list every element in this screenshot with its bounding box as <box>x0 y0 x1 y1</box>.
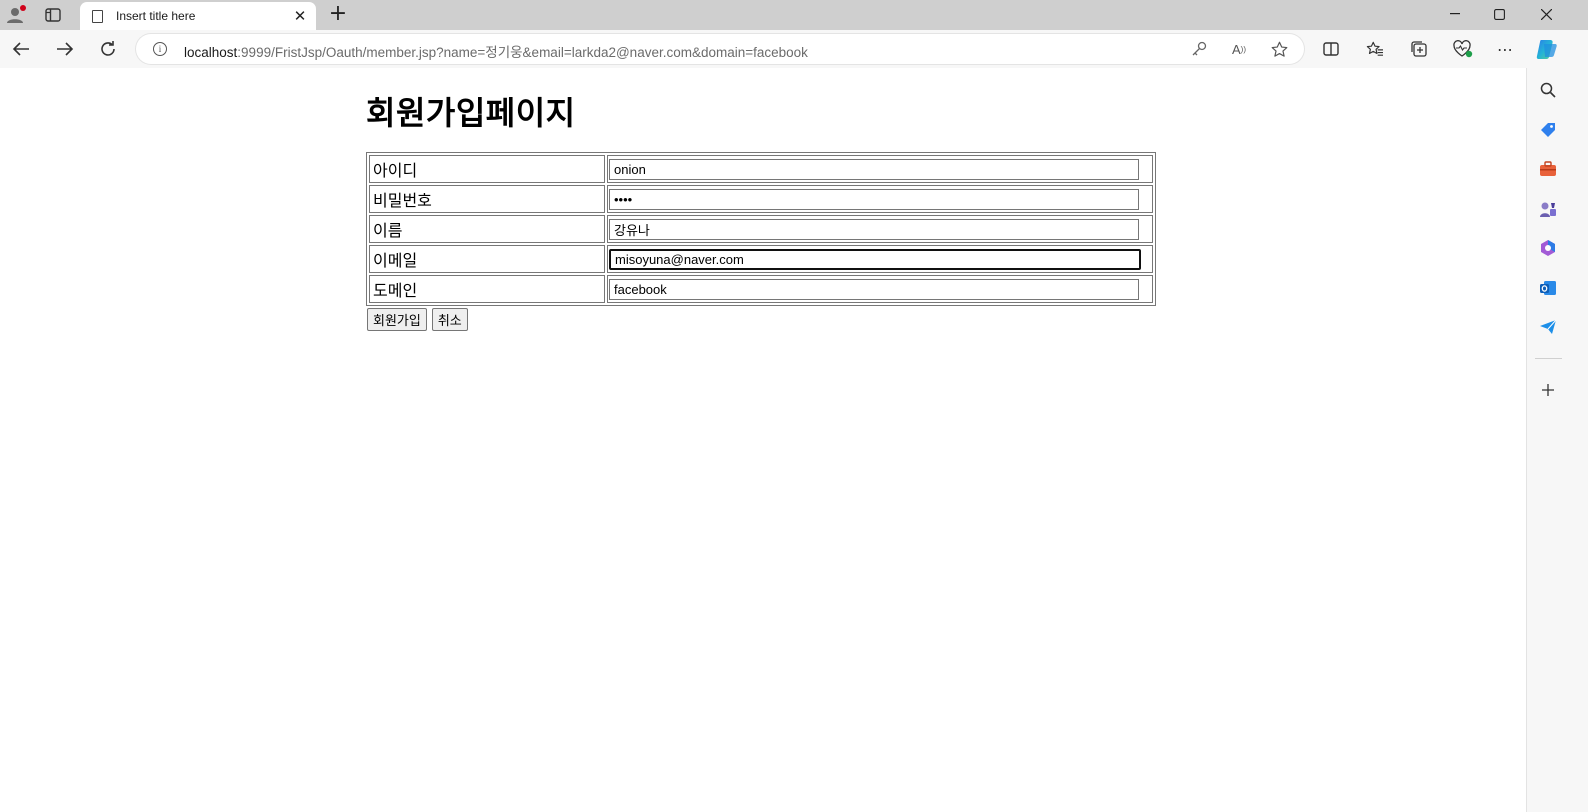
signup-button[interactable]: 회원가입 <box>367 308 427 331</box>
active-tab[interactable]: Insert title here ✕ <box>80 2 316 30</box>
tab-actions-icon[interactable] <box>40 3 66 27</box>
sidebar-divider <box>1535 358 1562 359</box>
read-aloud-icon[interactable]: A)) <box>1228 38 1250 60</box>
cancel-button[interactable]: 취소 <box>431 308 468 331</box>
notification-dot-icon <box>20 5 26 11</box>
email-input[interactable] <box>609 248 1141 270</box>
table-row: 비밀번호 <box>369 185 1153 213</box>
games-icon[interactable] <box>1537 198 1559 220</box>
password-label: 비밀번호 <box>369 185 605 213</box>
table-row: 도메인 <box>369 275 1153 303</box>
url-path: :9999/FristJsp/Oauth/member.jsp?name=정기웅… <box>237 45 808 60</box>
site-info-icon[interactable]: i <box>153 42 167 56</box>
favorite-star-icon[interactable] <box>1268 38 1290 60</box>
favorites-icon[interactable] <box>1360 34 1390 64</box>
signup-form-table: 아이디 비밀번호 이름 이메일 도메인 <box>366 152 1156 306</box>
domain-input[interactable] <box>609 278 1139 300</box>
edge-sidebar <box>1526 68 1588 812</box>
close-tab-icon[interactable]: ✕ <box>290 7 310 25</box>
table-row: 이메일 <box>369 245 1153 273</box>
key-icon[interactable] <box>1188 38 1210 60</box>
new-tab-icon[interactable]: + <box>326 1 350 26</box>
form-buttons: 회원가입 취소 <box>367 308 468 331</box>
office-icon[interactable] <box>1537 237 1559 259</box>
email-label: 이메일 <box>369 245 605 273</box>
tag-icon[interactable] <box>1537 119 1559 141</box>
tab-title: Insert title here <box>116 9 196 23</box>
url-text[interactable]: localhost:9999/FristJsp/Oauth/member.jsp… <box>184 41 808 61</box>
settings-more-icon[interactable]: ⋯ <box>1490 34 1520 64</box>
id-label: 아이디 <box>369 155 605 183</box>
url-host: localhost <box>184 45 238 60</box>
domain-label: 도메인 <box>369 275 605 303</box>
browser-essentials-icon[interactable] <box>1448 34 1478 64</box>
name-input[interactable] <box>609 218 1139 240</box>
address-bar[interactable]: i localhost:9999/FristJsp/Oauth/member.j… <box>136 34 1304 64</box>
document-icon <box>92 9 103 23</box>
split-screen-icon[interactable] <box>1316 34 1346 64</box>
table-row: 이름 <box>369 215 1153 243</box>
browser-toolbar: i localhost:9999/FristJsp/Oauth/member.j… <box>0 30 1588 68</box>
name-label: 이름 <box>369 215 605 243</box>
maximize-icon[interactable] <box>1477 0 1522 28</box>
outlook-icon[interactable] <box>1537 277 1559 299</box>
close-window-icon[interactable] <box>1524 0 1569 28</box>
minimize-icon[interactable] <box>1432 0 1477 28</box>
copilot-icon[interactable] <box>1532 34 1562 64</box>
refresh-icon[interactable] <box>93 34 123 64</box>
tab-strip: Insert title here ✕ + <box>0 0 1588 30</box>
back-icon[interactable] <box>6 34 36 64</box>
toolbox-icon[interactable] <box>1537 158 1559 180</box>
id-input[interactable] <box>609 158 1139 180</box>
search-icon[interactable] <box>1537 79 1559 101</box>
page-title: 회원가입페이지 <box>366 94 576 132</box>
add-icon[interactable] <box>1537 379 1559 401</box>
collections-icon[interactable] <box>1404 34 1434 64</box>
forward-icon[interactable] <box>50 34 80 64</box>
table-row: 아이디 <box>369 155 1153 183</box>
password-input[interactable] <box>609 188 1139 210</box>
send-icon[interactable] <box>1537 316 1559 338</box>
